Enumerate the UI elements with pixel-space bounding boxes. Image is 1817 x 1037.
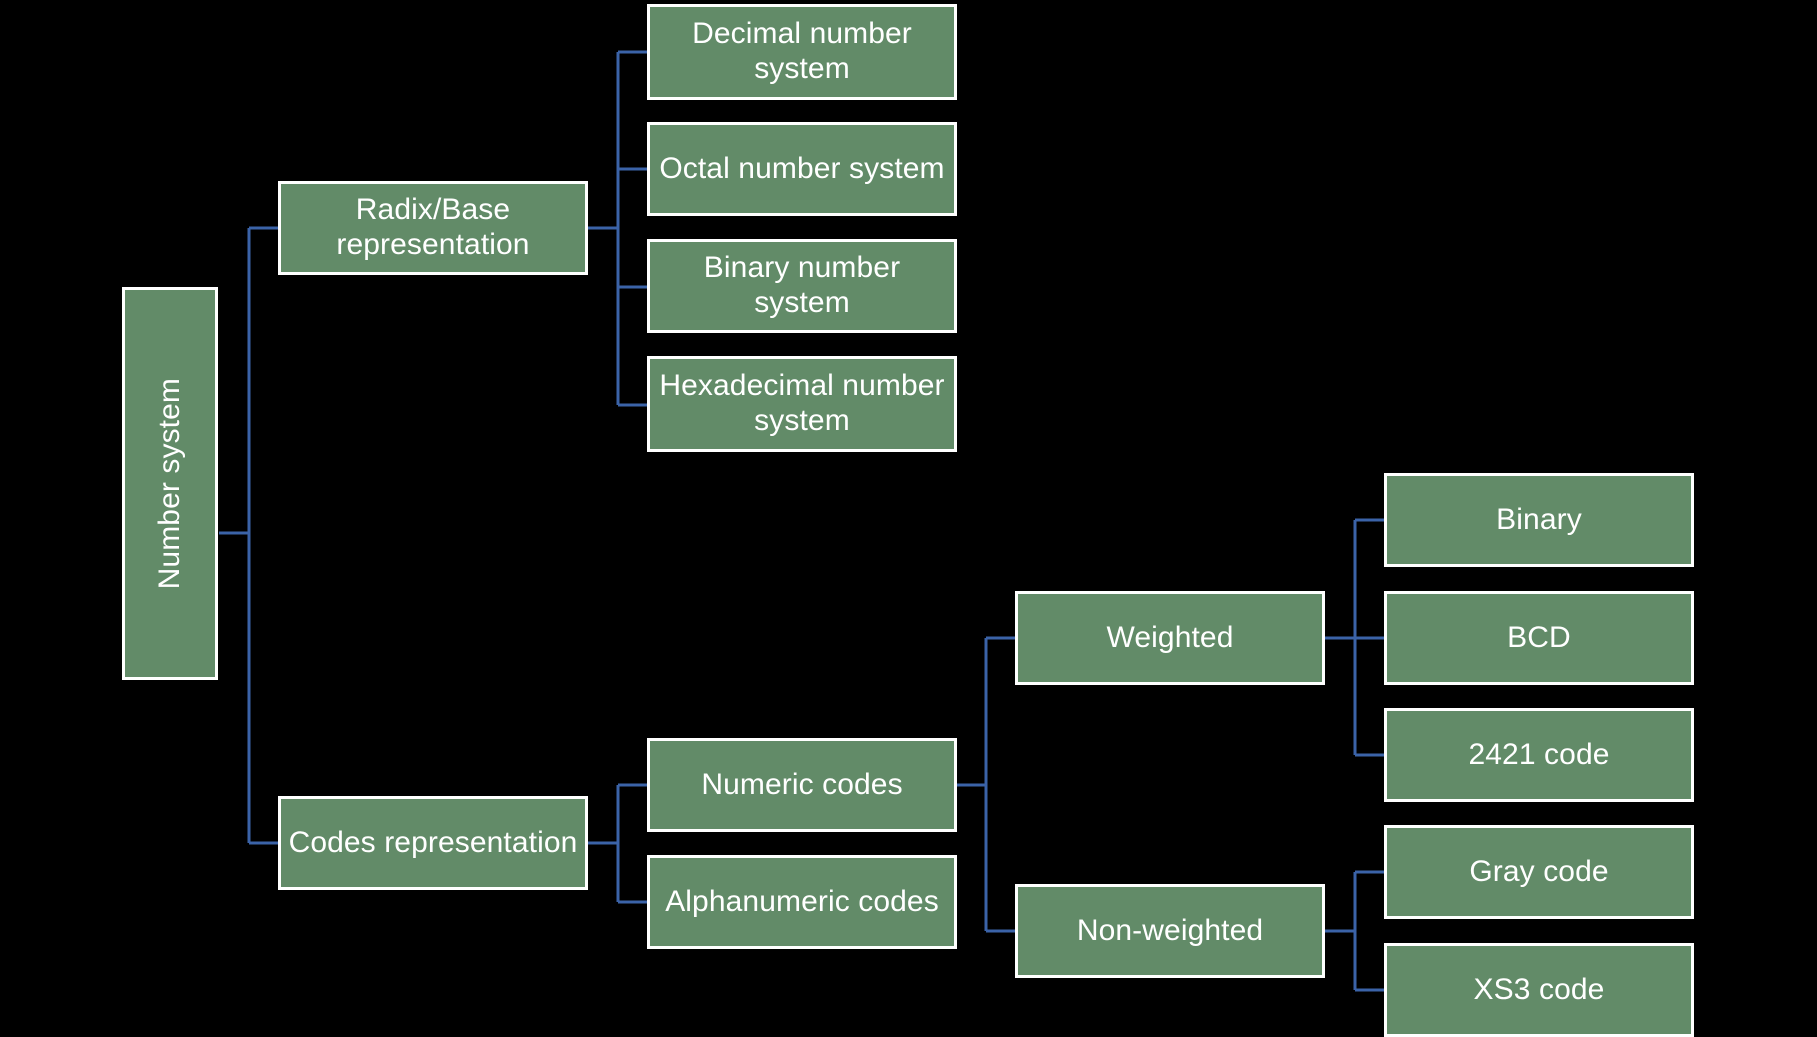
node-hexadecimal-number-system[interactable]: Hexadecimal number system [647, 356, 957, 452]
node-binary[interactable]: Binary [1384, 473, 1694, 567]
node-xs3-code[interactable]: XS3 code [1384, 943, 1694, 1037]
node-non-weighted[interactable]: Non-weighted [1015, 884, 1325, 978]
node-label: Octal number system [659, 151, 945, 185]
node-label: Number system [152, 377, 186, 590]
node-bcd[interactable]: BCD [1384, 591, 1694, 685]
node-label: Binary [1496, 502, 1582, 536]
node-label: Codes representation [288, 825, 578, 859]
node-label: BCD [1507, 620, 1571, 654]
node-weighted[interactable]: Weighted [1015, 591, 1325, 685]
node-label: Numeric codes [701, 767, 903, 801]
node-gray-code[interactable]: Gray code [1384, 825, 1694, 919]
node-codes-representation[interactable]: Codes representation [278, 796, 588, 890]
node-label: Hexadecimal number system [659, 369, 945, 437]
node-label: Decimal number system [692, 17, 912, 85]
node-label: Radix/Base representation [336, 193, 530, 261]
node-radix-base-representation[interactable]: Radix/Base representation [278, 181, 588, 275]
node-label: XS3 code [1473, 972, 1605, 1006]
node-label: 2421 code [1468, 737, 1610, 771]
node-label: Gray code [1469, 854, 1609, 888]
node-octal-number-system[interactable]: Octal number system [647, 122, 957, 216]
node-2421-code[interactable]: 2421 code [1384, 708, 1694, 802]
node-alphanumeric-codes[interactable]: Alphanumeric codes [647, 855, 957, 949]
node-numeric-codes[interactable]: Numeric codes [647, 738, 957, 832]
diagram-canvas: Number system Radix/Base representation … [0, 0, 1817, 1037]
node-label: Weighted [1106, 620, 1234, 654]
node-binary-number-system[interactable]: Binary number system [647, 239, 957, 333]
node-label: Non-weighted [1076, 913, 1264, 947]
node-number-system[interactable]: Number system [122, 287, 218, 680]
node-label: Alphanumeric codes [665, 884, 939, 918]
node-label: Binary number system [703, 251, 901, 319]
node-decimal-number-system[interactable]: Decimal number system [647, 4, 957, 100]
